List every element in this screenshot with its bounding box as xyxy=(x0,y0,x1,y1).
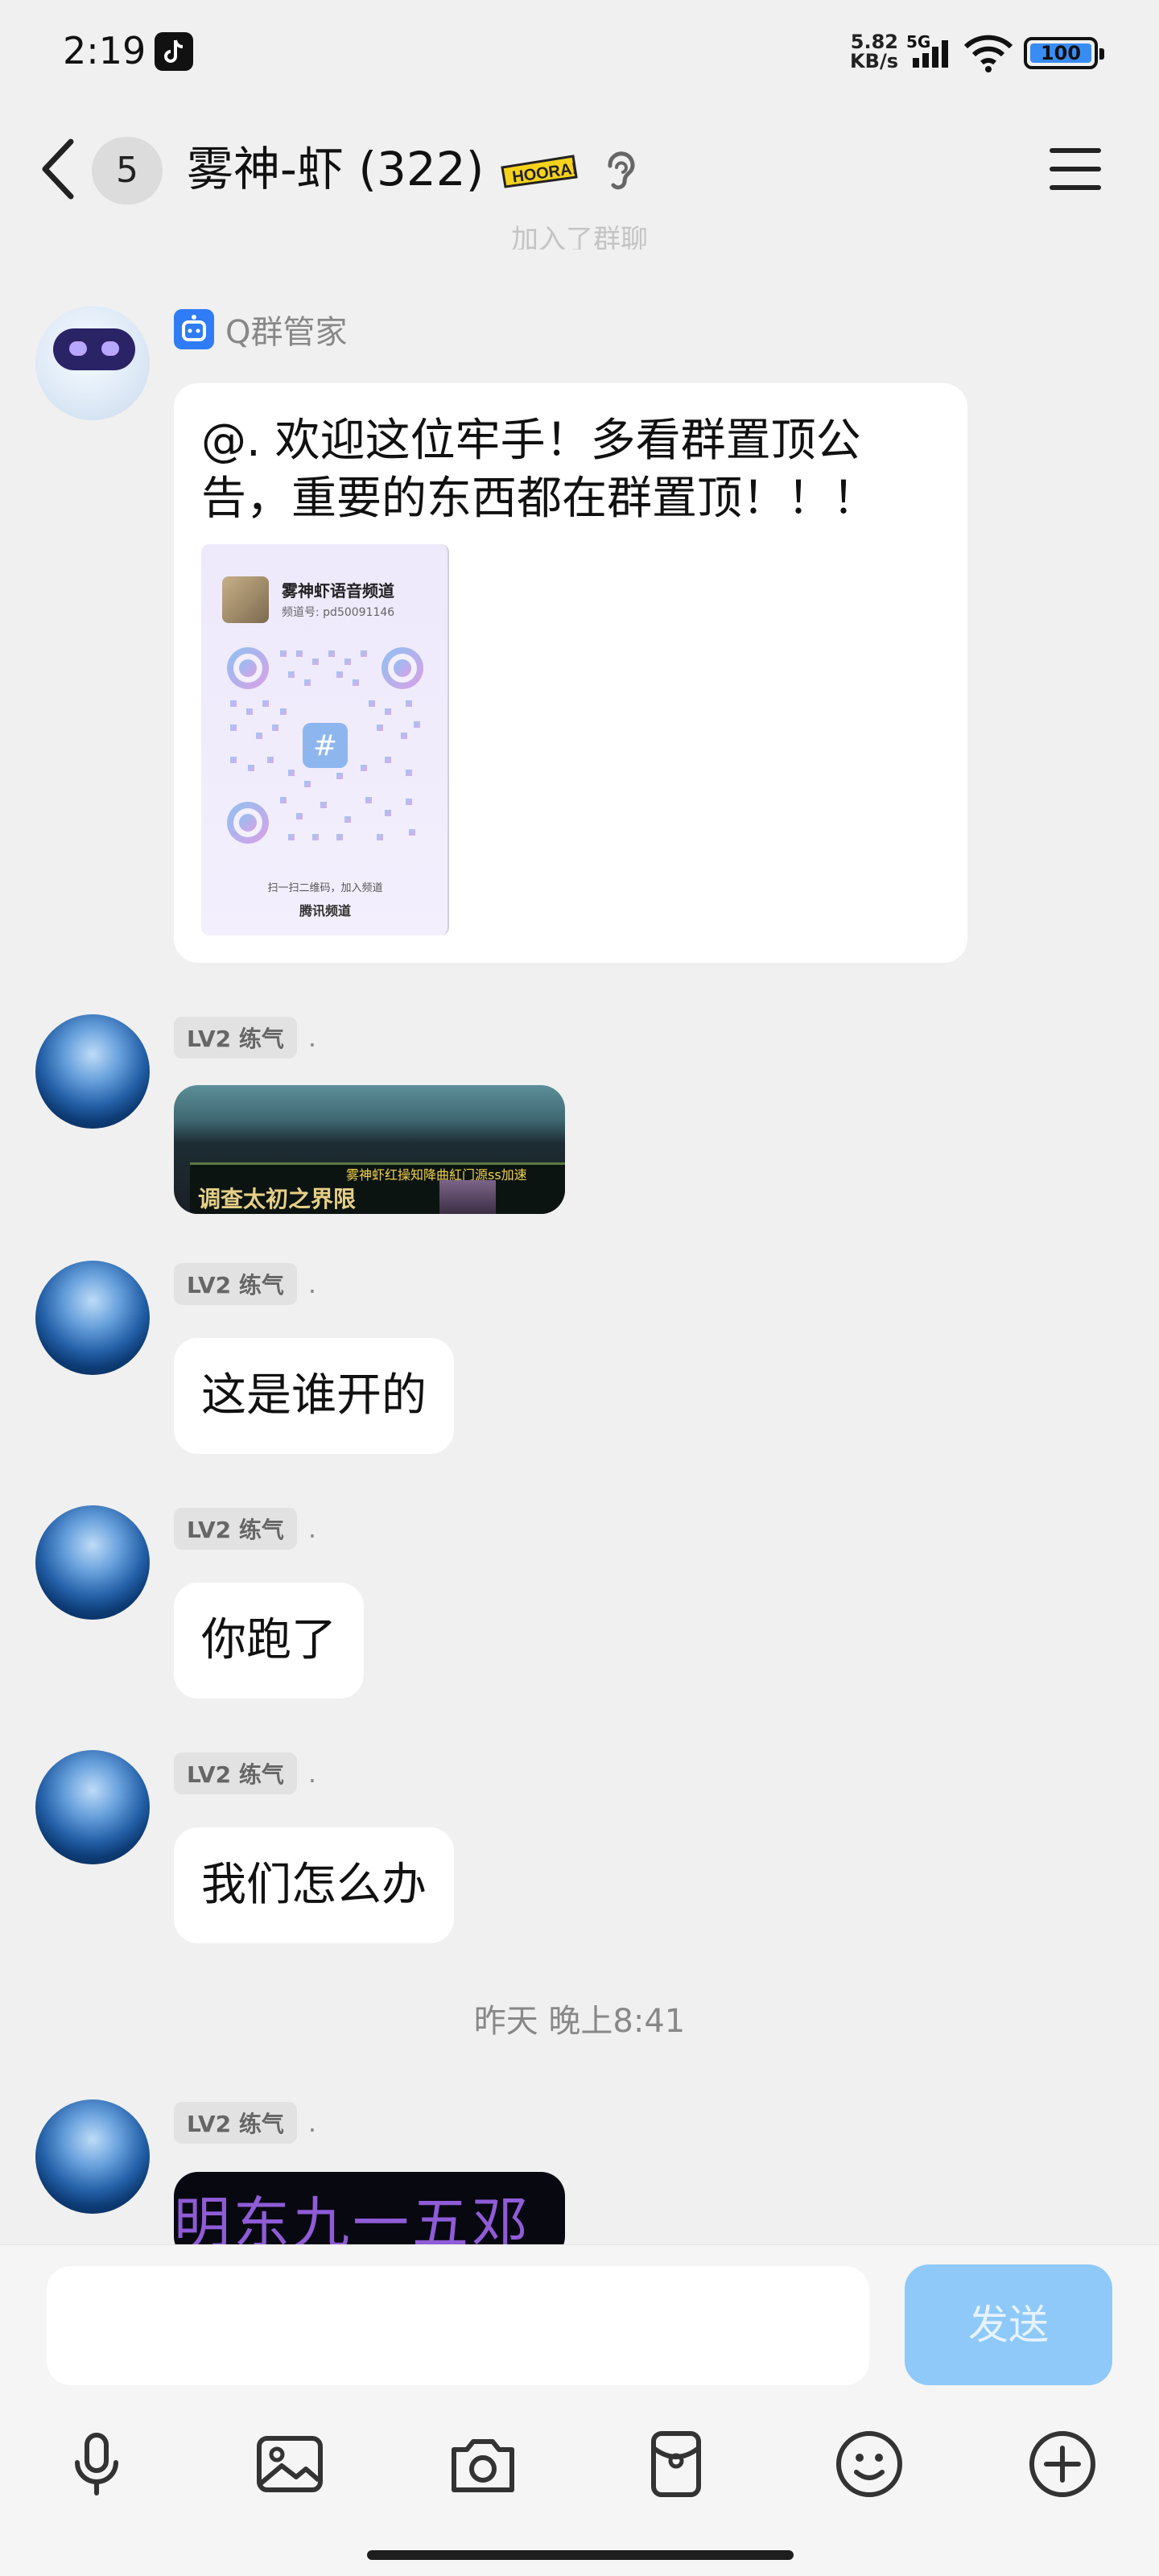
camera-icon[interactable] xyxy=(443,2424,523,2504)
qr-caption: 扫一扫二维码，加入频道 xyxy=(267,882,383,894)
system-notice: 加入了群聊 xyxy=(511,224,648,250)
unread-count-badge[interactable]: 5 xyxy=(92,137,163,204)
avatar[interactable] xyxy=(35,306,150,420)
chat-header: 5 雾神-虾 (322) HOORA! xyxy=(0,105,1159,233)
message-text: @. 欢迎这位牢手！多看群置顶公告，重要的东西都在群置顶！！！ xyxy=(201,415,877,525)
send-button[interactable]: 发送 xyxy=(905,2264,1112,2385)
signal-icon: 5G xyxy=(906,32,955,69)
channel-title: 雾神虾语音频道 xyxy=(282,581,394,601)
image-icon[interactable] xyxy=(250,2424,330,2504)
hooray-sticker-icon: HOORA! xyxy=(499,153,580,190)
avatar[interactable] xyxy=(35,1505,150,1620)
image-text: 调查太初之界限 xyxy=(198,1186,357,1212)
avatar[interactable] xyxy=(35,1261,150,1375)
sender-name: . xyxy=(307,1513,317,1544)
emoji-icon[interactable] xyxy=(829,2424,909,2504)
menu-button[interactable] xyxy=(1046,143,1104,195)
sender-name: . xyxy=(307,2107,317,2138)
sender-info: LV2 练气 . xyxy=(174,2099,316,2146)
network-speed: 5.82 KB/s xyxy=(850,31,898,72)
image-caption: 雾神虾红操知降曲紅门源ss加速 xyxy=(346,1167,527,1183)
back-button[interactable] xyxy=(35,135,84,203)
input-toolbar xyxy=(0,2424,1159,2520)
wifi-icon xyxy=(963,34,1014,72)
level-badge: LV2 练气 xyxy=(174,1752,297,1794)
svg-text:#: # xyxy=(313,729,337,762)
status-bar: 2:19 5.82 KB/s 5G 100 xyxy=(0,0,1159,105)
message-bubble[interactable]: 我们怎么办 xyxy=(174,1827,454,1943)
robot-icon xyxy=(174,309,214,349)
avatar[interactable] xyxy=(35,1014,150,1129)
image-message[interactable]: 雾神虾红操知降曲紅门源ss加速 调查太初之界限 xyxy=(174,1085,565,1214)
channel-qr-card[interactable]: 雾神虾语音频道 频道号: pd50091146 # 扫一扫二维码，加入频道 腾讯… xyxy=(201,544,449,935)
qr-brand: 腾讯频道 xyxy=(299,903,351,919)
chevron-left-icon xyxy=(42,138,74,200)
level-badge: LV2 练气 xyxy=(174,2102,297,2144)
channel-id: 频道号: pd50091146 xyxy=(282,606,395,619)
sender-info: LV2 练气 . xyxy=(174,1505,316,1552)
sender-name: . xyxy=(307,1269,317,1299)
input-area: 发送 xyxy=(0,2244,1159,2576)
channel-thumbnail xyxy=(222,576,269,623)
sender-info: LV2 练气 . xyxy=(174,1014,316,1061)
sender-info: LV2 练气 . xyxy=(174,1750,316,1797)
sender-info: Q群管家 xyxy=(174,306,347,353)
battery-level: 100 xyxy=(1030,43,1091,63)
sender-name: Q群管家 xyxy=(225,314,348,351)
chat-title[interactable]: 雾神-虾 (322) xyxy=(187,140,484,198)
level-badge: LV2 练气 xyxy=(174,1017,297,1059)
message-input[interactable] xyxy=(47,2266,869,2385)
qr-code-icon: # xyxy=(227,647,423,844)
sender-name: . xyxy=(307,1022,317,1053)
avatar[interactable] xyxy=(35,2099,150,2214)
microphone-icon[interactable] xyxy=(56,2424,137,2504)
status-time: 2:19 xyxy=(63,29,146,72)
tiktok-icon xyxy=(155,32,193,71)
message-bubble[interactable]: 这是谁开的 xyxy=(174,1338,454,1454)
ear-icon[interactable] xyxy=(599,148,641,196)
red-packet-icon[interactable] xyxy=(636,2424,716,2504)
sender-info: LV2 练气 . xyxy=(174,1261,316,1307)
level-badge: LV2 练气 xyxy=(174,1263,297,1305)
menu-icon xyxy=(1050,148,1101,153)
home-indicator[interactable] xyxy=(367,2550,794,2560)
plus-icon[interactable] xyxy=(1022,2424,1103,2504)
timestamp-divider: 昨天 晚上8:41 xyxy=(473,2003,686,2040)
battery-icon: 100 xyxy=(1024,37,1104,69)
level-badge: LV2 练气 xyxy=(174,1508,297,1550)
sender-name: . xyxy=(307,1758,317,1789)
avatar[interactable] xyxy=(35,1750,150,1864)
message-bubble[interactable]: 你跑了 xyxy=(174,1583,364,1699)
